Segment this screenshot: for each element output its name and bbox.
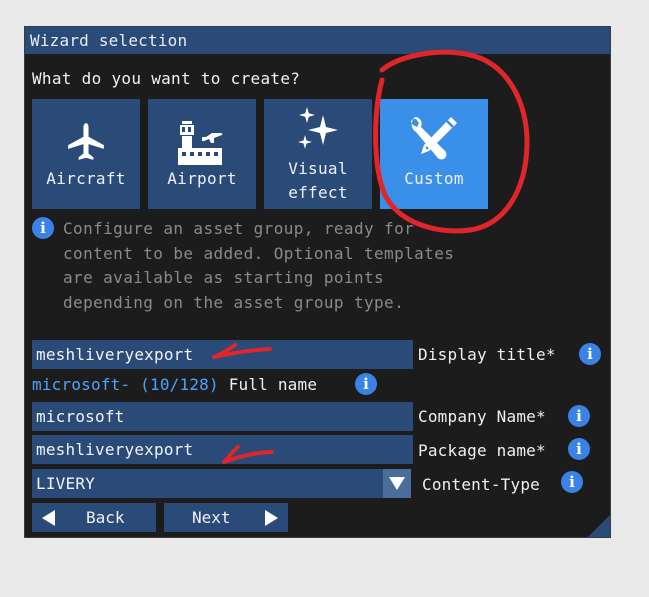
package-name-label: Package name* <box>418 441 546 460</box>
full-name-row: microsoft- (10/128) Full name <box>32 375 317 394</box>
full-name-info-icon[interactable]: i <box>355 373 377 395</box>
airport-button[interactable]: Airport <box>148 99 256 209</box>
next-label: Next <box>192 508 231 527</box>
resize-grip[interactable] <box>588 515 610 537</box>
arrow-left-icon <box>42 510 55 526</box>
full-name-count: (10/128) <box>140 375 219 394</box>
content-type-info-icon[interactable]: i <box>561 471 583 493</box>
display-title-input[interactable]: meshliveryexport <box>32 340 413 369</box>
airport-tower-icon <box>178 121 223 165</box>
custom-button[interactable]: Custom <box>380 99 488 209</box>
sparkles-icon <box>298 107 338 149</box>
company-name-info-icon[interactable]: i <box>568 405 590 427</box>
content-type-label: Content-Type <box>422 475 540 494</box>
aircraft-button[interactable]: Aircraft <box>32 99 140 209</box>
package-name-input[interactable]: meshliveryexport <box>32 435 413 464</box>
full-name-prefix: microsoft- <box>32 375 131 394</box>
description-text: Configure an asset group, ready for cont… <box>63 219 455 312</box>
visual-effect-button[interactable]: Visual effect <box>264 99 372 209</box>
next-button[interactable]: Next <box>164 503 288 532</box>
question-text: What do you want to create? <box>32 69 301 88</box>
visual-effect-label-text: Visual effect <box>288 159 348 202</box>
company-name-input[interactable]: microsoft <box>32 402 413 431</box>
package-name-info-icon[interactable]: i <box>568 438 590 460</box>
display-title-info-icon[interactable]: i <box>579 343 601 365</box>
info-icon[interactable]: i <box>32 217 54 239</box>
custom-label: Custom <box>404 169 464 188</box>
company-name-label: Company Name* <box>418 407 546 426</box>
tools-icon <box>411 117 457 160</box>
display-title-label: Display title* <box>418 345 556 364</box>
full-name-label: Full name <box>228 375 318 394</box>
airplane-icon <box>68 123 104 160</box>
back-label: Back <box>86 508 125 527</box>
aircraft-label: Aircraft <box>46 169 126 188</box>
window-title[interactable]: Wizard selection <box>25 27 610 54</box>
content-type-select[interactable]: LIVERY <box>32 469 383 498</box>
back-button[interactable]: Back <box>32 503 156 532</box>
visual-effect-label: Visual effect <box>264 157 372 205</box>
airport-label: Airport <box>167 169 237 188</box>
arrow-right-icon <box>265 510 278 526</box>
wizard-window: Wizard selection What do you want to cre… <box>24 26 611 538</box>
chevron-down-icon[interactable] <box>383 469 411 498</box>
page: Wizard selection What do you want to cre… <box>0 0 649 597</box>
